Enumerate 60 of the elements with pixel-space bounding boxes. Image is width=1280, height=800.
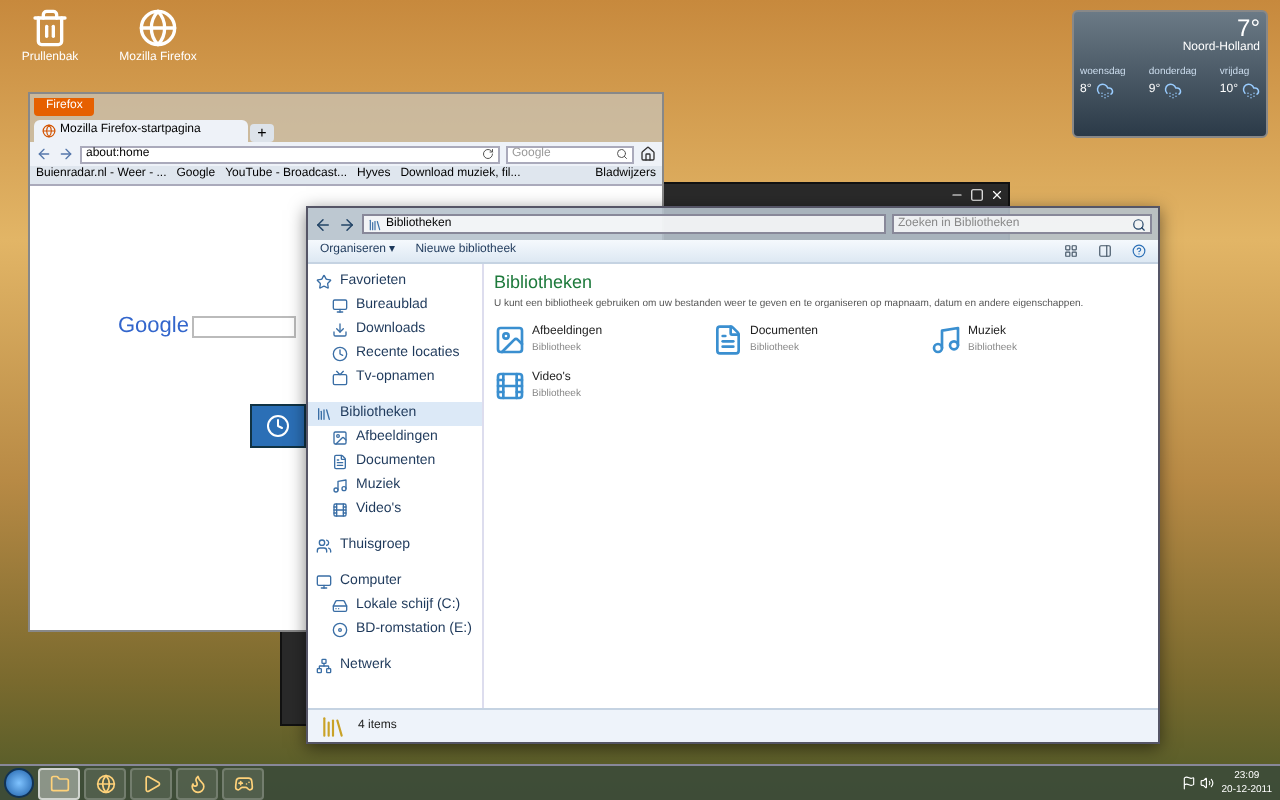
taskbar-button[interactable] <box>84 767 126 799</box>
star-icon <box>316 274 332 290</box>
monitor-icon <box>332 298 348 314</box>
monitor-icon <box>316 574 332 590</box>
snow-icon <box>1095 81 1114 99</box>
taskbar-button[interactable] <box>130 767 172 799</box>
document-icon <box>712 324 744 357</box>
search-input[interactable] <box>192 315 297 338</box>
snow-icon <box>1164 81 1183 99</box>
clock-icon <box>266 413 290 437</box>
drive-icon <box>332 598 348 614</box>
flame-icon <box>187 773 207 793</box>
clock-icon <box>332 346 348 362</box>
gamepad-icon <box>233 773 253 793</box>
library-icon <box>368 217 382 231</box>
google-logo: Google <box>118 312 189 342</box>
reload-icon[interactable] <box>482 148 494 160</box>
forward-icon[interactable] <box>338 215 356 233</box>
music-icon <box>332 478 348 494</box>
current-temperature: 7° <box>1237 16 1260 40</box>
play-icon <box>141 773 161 793</box>
library-icon <box>316 406 332 422</box>
preview-pane-icon[interactable] <box>1098 244 1112 258</box>
speaker-icon[interactable] <box>1199 776 1214 790</box>
music-icon <box>930 324 962 357</box>
image-icon <box>494 324 526 357</box>
back-icon[interactable] <box>314 215 332 233</box>
minimize-icon[interactable] <box>950 188 964 202</box>
view-icon[interactable] <box>1064 244 1078 258</box>
home-icon[interactable] <box>640 146 656 162</box>
trash-icon <box>30 8 70 48</box>
maximize-icon[interactable] <box>970 188 984 202</box>
people-icon <box>316 538 332 554</box>
film-icon <box>494 369 526 402</box>
library-icon <box>320 713 346 739</box>
tv-icon <box>332 370 348 386</box>
taskbar-button[interactable] <box>222 767 264 799</box>
document-icon <box>332 454 348 470</box>
globe-icon <box>138 8 178 48</box>
film-icon <box>332 502 348 518</box>
download-icon <box>332 322 348 338</box>
search-icon <box>1132 217 1146 231</box>
snow-icon <box>1241 81 1260 99</box>
taskbar-button[interactable] <box>176 767 218 799</box>
image-icon <box>332 430 348 446</box>
disc-icon <box>332 622 348 638</box>
folder-icon <box>49 773 69 793</box>
taskbar-button[interactable] <box>38 767 80 799</box>
search-icon <box>616 148 628 160</box>
back-icon[interactable] <box>36 146 52 162</box>
new-tab-button[interactable]: + <box>250 124 274 142</box>
close-icon[interactable] <box>990 188 1004 202</box>
start-button[interactable] <box>4 768 34 798</box>
network-icon <box>316 658 332 674</box>
library-heading: Bibliotheken <box>494 270 595 296</box>
forward-icon[interactable] <box>58 146 74 162</box>
flag-icon[interactable] <box>1181 776 1196 790</box>
globe-icon <box>95 773 115 793</box>
globe-icon <box>42 124 56 138</box>
help-icon[interactable] <box>1132 244 1146 258</box>
